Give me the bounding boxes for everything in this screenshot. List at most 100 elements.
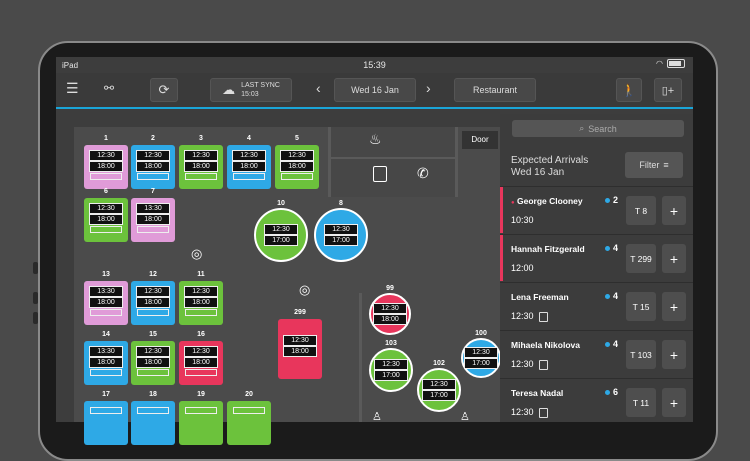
table-12[interactable]: 12:30 18:00	[131, 281, 175, 325]
person-icon: ♙	[460, 411, 470, 423]
table-3[interactable]: 12:30 18:00	[179, 145, 223, 189]
assigned-table-button[interactable]: T 103	[626, 340, 656, 369]
booking-time: 18:00	[184, 161, 218, 172]
booking-time: 18:00	[373, 314, 407, 325]
booking-time: 12:30	[464, 347, 498, 358]
table-status-bar	[137, 226, 169, 233]
table-10[interactable]: 12:30 17:00	[254, 208, 308, 262]
table-14[interactable]: 13:30 18:00	[84, 341, 128, 385]
arrival-time: 10:30	[511, 215, 534, 225]
table-20[interactable]	[227, 401, 271, 445]
table-100[interactable]: 12:30 17:00	[461, 338, 501, 378]
search-placeholder: Search	[588, 123, 617, 134]
table-number: 17	[102, 391, 110, 398]
table-status-bar	[233, 173, 265, 180]
table-number: 15	[149, 331, 157, 338]
refresh-button[interactable]: ⟳	[150, 78, 178, 102]
phone-icon: ✆	[417, 165, 429, 181]
arrival-row[interactable]: ● George Clooney 2 10:30 T 8 +	[500, 186, 693, 233]
next-day-icon[interactable]: ›	[426, 80, 431, 96]
new-booking-button[interactable]: ▯+	[654, 78, 682, 102]
table-8[interactable]: 12:30 17:00	[314, 208, 368, 262]
table-18[interactable]	[131, 401, 175, 445]
booking-time: 12:30	[184, 150, 218, 161]
table-number: 11	[197, 271, 205, 278]
arrival-row[interactable]: Mihaela Nikolova 4 12:30 T 103 +	[500, 330, 693, 377]
table-number: 14	[102, 331, 110, 338]
sync-status[interactable]: ☁ LAST SYNC 15:03	[210, 78, 292, 102]
table-number: 7	[151, 188, 155, 195]
booking-time: 18:00	[232, 161, 266, 172]
table-6[interactable]: 12:30 18:00	[84, 198, 128, 242]
booking-time: 12:30	[89, 203, 123, 214]
table-status-bar	[90, 226, 122, 233]
walk-in-button[interactable]: 🚶	[616, 78, 642, 102]
door-label[interactable]: Door	[462, 131, 498, 149]
table-number: 8	[339, 200, 343, 207]
table-16[interactable]: 12:30 18:00	[179, 341, 223, 385]
seat-guest-button[interactable]: +	[662, 340, 686, 369]
area-label: Restaurant	[472, 85, 518, 95]
table-1[interactable]: 12:30 18:00	[84, 145, 128, 189]
date-selector[interactable]: Wed 16 Jan	[334, 78, 416, 102]
share-icon[interactable]: ⚯	[104, 81, 114, 95]
table-17[interactable]	[84, 401, 128, 445]
table-number: 1	[104, 135, 108, 142]
seat-guest-button[interactable]: +	[662, 292, 686, 321]
arrival-time: 12:30	[511, 359, 548, 370]
arrivals-title-line2: Wed 16 Jan	[511, 167, 565, 178]
refresh-icon: ⟳	[158, 82, 170, 97]
seat-guest-button[interactable]: +	[662, 388, 686, 417]
booking-time: 17:00	[374, 370, 408, 381]
search-box[interactable]: ⌕ Search	[512, 120, 684, 137]
arrival-row[interactable]: Lena Freeman 4 12:30 T 15 +	[500, 282, 693, 329]
table-5[interactable]: 12:30 18:00	[275, 145, 319, 189]
arrival-time: 12:30	[511, 407, 548, 418]
table-103[interactable]: 12:30 17:00	[369, 348, 413, 392]
arrival-highlight	[500, 187, 503, 233]
arrival-row[interactable]: Teresa Nadal 6 12:30 T 11 +	[500, 378, 693, 422]
toolbar-accent-line	[56, 107, 693, 109]
area-selector[interactable]: Restaurant	[454, 78, 536, 102]
booking-time: 13:30	[136, 203, 170, 214]
booking-time: 12:30	[422, 379, 456, 390]
table-102[interactable]: 12:30 17:00	[417, 368, 461, 412]
prev-day-icon[interactable]: ‹	[316, 80, 321, 96]
table-4[interactable]: 12:30 18:00	[227, 145, 271, 189]
booking-time: 17:00	[422, 390, 456, 401]
table-19[interactable]	[179, 401, 223, 445]
booking-time: 13:30	[89, 286, 123, 297]
assigned-table-button[interactable]: T 299	[626, 244, 656, 273]
volume-button-up	[33, 262, 38, 274]
booking-time: 12:30	[232, 150, 266, 161]
table-number: 6	[104, 188, 108, 195]
table-status-bar	[281, 173, 313, 180]
seat-guest-button[interactable]: +	[662, 244, 686, 273]
table-99[interactable]: 12:30 18:00	[369, 293, 411, 335]
table-number: 13	[102, 271, 110, 278]
table-299[interactable]: 12:30 18:00	[278, 319, 322, 379]
filter-button[interactable]: Filter ≡	[625, 152, 683, 178]
table-number: 16	[197, 331, 205, 338]
arrival-row[interactable]: Hannah Fitzgerald 4 12:00 T 299 +	[500, 234, 693, 281]
table-13[interactable]: 13:30 18:00	[84, 281, 128, 325]
chef-hat-icon: ♨	[369, 131, 382, 147]
table-2[interactable]: 12:30 18:00	[131, 145, 175, 189]
table-7[interactable]: 13:30 18:00	[131, 198, 175, 242]
table-15[interactable]: 12:30 18:00	[131, 341, 175, 385]
table-number: 3	[199, 135, 203, 142]
assigned-table-button[interactable]: T 8	[626, 196, 656, 225]
guest-name: Teresa Nadal	[511, 388, 564, 398]
booking-time: 18:00	[89, 357, 123, 368]
arrival-time: 12:00	[511, 263, 534, 273]
booking-time: 18:00	[283, 346, 317, 357]
party-size: 4	[605, 291, 618, 301]
assigned-table-button[interactable]: T 11	[626, 388, 656, 417]
assigned-table-button[interactable]: T 15	[626, 292, 656, 321]
table-11[interactable]: 12:30 18:00	[179, 281, 223, 325]
seat-guest-button[interactable]: +	[662, 196, 686, 225]
table-status-bar	[185, 407, 217, 414]
filter-label: Filter	[639, 160, 660, 170]
menu-icon[interactable]: ☰	[66, 80, 79, 97]
note-icon	[538, 311, 548, 322]
